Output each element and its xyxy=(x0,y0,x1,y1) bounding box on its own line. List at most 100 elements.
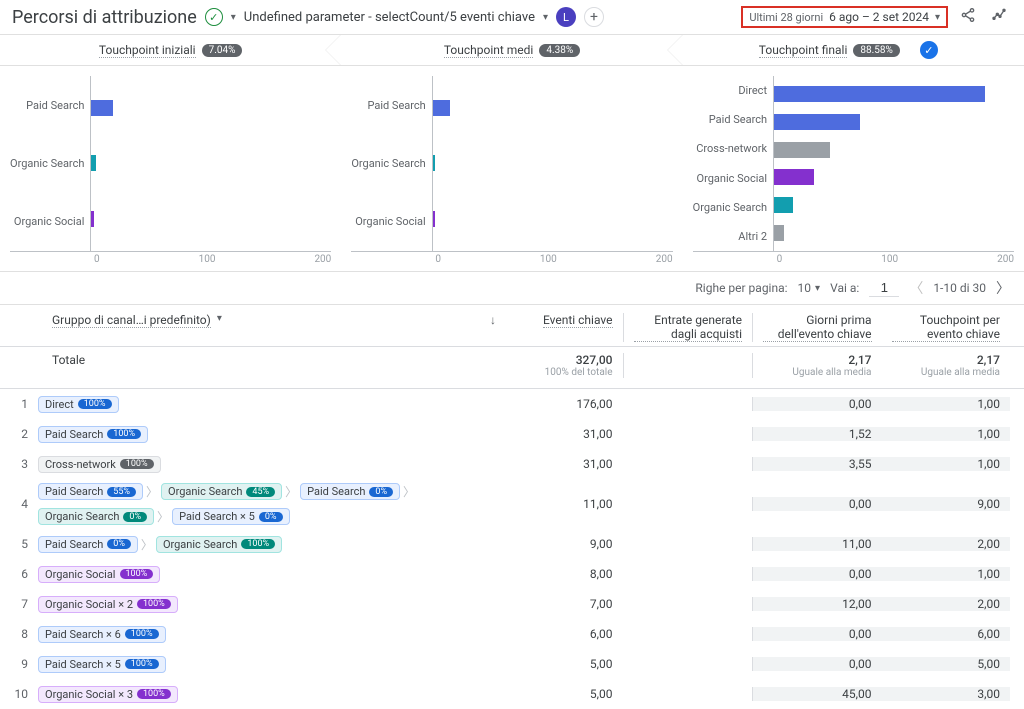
metric-cell: 0,00 xyxy=(752,627,882,641)
channel-chip[interactable]: Organic Social × 2100% xyxy=(38,596,178,613)
chevron-right-icon: 〉 xyxy=(146,483,158,500)
dimension-cell: Cross-network100% xyxy=(38,456,494,473)
metric-cell: 7,00 xyxy=(494,597,623,611)
chart-bar[interactable] xyxy=(774,114,860,130)
metric-cell: 5,00 xyxy=(494,687,623,701)
metric-cell: 176,00 xyxy=(494,397,623,411)
totals-row: Totale 327,00100% del totale 2,17Uguale … xyxy=(0,347,1024,389)
metric-cell: 31,00 xyxy=(494,427,623,441)
channel-chip[interactable]: Organic Search0% xyxy=(38,508,154,525)
table-row[interactable]: 7Organic Social × 2100%7,0012,002,00 xyxy=(0,589,1024,619)
share-icon[interactable] xyxy=(956,7,980,27)
dimension-cell: Organic Social100% xyxy=(38,566,494,583)
insights-icon[interactable] xyxy=(988,7,1012,27)
stage-bar: Touchpoint iniziali 7.04% Touchpoint med… xyxy=(0,35,1024,66)
status-check-icon[interactable]: ✓ xyxy=(205,8,223,26)
chart-bar[interactable] xyxy=(774,197,793,213)
date-caret-icon: ▾ xyxy=(935,12,940,23)
chart-bar[interactable] xyxy=(433,155,435,171)
add-button[interactable]: + xyxy=(584,7,604,27)
table-row[interactable]: 6Organic Social100%8,000,001,00 xyxy=(0,559,1024,589)
chart-category-label: Direct xyxy=(693,84,767,97)
chart-category-label: Cross-network xyxy=(693,142,767,155)
metric-cell: 1,00 xyxy=(882,567,1011,581)
table-row[interactable]: 5Paid Search0%〉Organic Search100%9,0011,… xyxy=(0,529,1024,559)
channel-chip[interactable]: Organic Social × 3100% xyxy=(38,686,178,703)
channel-chip[interactable]: Paid Search0% xyxy=(300,483,400,500)
metric-cell: 9,00 xyxy=(494,537,623,551)
row-number: 3 xyxy=(14,457,38,471)
row-number: 5 xyxy=(14,537,38,551)
channel-chip[interactable]: Paid Search × 6100% xyxy=(38,626,166,643)
metric-cell: 0,00 xyxy=(752,567,882,581)
dimension-cell: Paid Search0%〉Organic Search100% xyxy=(38,536,494,553)
dimension-cell: Paid Search100% xyxy=(38,426,494,443)
date-range-picker[interactable]: Ultimi 28 giorni 6 ago – 2 set 2024 ▾ xyxy=(741,6,948,28)
table-row[interactable]: 1Direct100%176,000,001,00 xyxy=(0,389,1024,419)
chart-xtick: 100 xyxy=(540,254,557,265)
table-row[interactable]: 10Organic Social × 3100%5,0045,003,00 xyxy=(0,679,1024,709)
charts-row: Paid SearchOrganic SearchOrganic Social … xyxy=(0,66,1024,271)
stage-mid[interactable]: Touchpoint medi 4.38% xyxy=(341,35,682,65)
user-avatar[interactable]: L xyxy=(556,7,576,27)
chart-final: DirectPaid SearchCross-networkOrganic So… xyxy=(683,66,1024,271)
metric-cell: 1,00 xyxy=(882,457,1011,471)
stage-initial[interactable]: Touchpoint iniziali 7.04% xyxy=(0,35,341,65)
rows-per-page-select[interactable]: 10▾ xyxy=(798,281,821,295)
stage-selected-icon[interactable]: ✓ xyxy=(920,41,938,59)
chart-bar[interactable] xyxy=(91,155,96,171)
dimension-cell: Direct100% xyxy=(38,396,494,413)
channel-chip[interactable]: Paid Search × 50% xyxy=(172,508,289,525)
stage-final[interactable]: Touchpoint finali 88.58% ✓ xyxy=(683,35,1024,65)
col-touchpoint[interactable]: Touchpoint per evento chiave xyxy=(882,313,1011,342)
metric-cell: 3,00 xyxy=(882,687,1011,701)
channel-chip[interactable]: Paid Search × 5100% xyxy=(38,656,166,673)
chart-xtick: 200 xyxy=(656,254,673,265)
sort-desc-icon[interactable]: ↓ xyxy=(490,313,496,327)
metric-cell: 5,00 xyxy=(882,657,1011,671)
col-eventi-chiave[interactable]: ↓ Eventi chiave xyxy=(494,313,623,342)
chart-bar[interactable] xyxy=(774,86,985,102)
channel-chip[interactable]: Paid Search0% xyxy=(38,536,138,553)
table-row[interactable]: 3Cross-network100%31,003,551,00 xyxy=(0,449,1024,479)
metric-cell: 6,00 xyxy=(494,627,623,641)
parameter-selector[interactable]: Undefined parameter - selectCount/5 even… xyxy=(244,10,535,25)
stage-initial-pct: 7.04% xyxy=(202,44,243,57)
dimension-caret-icon[interactable]: ▾ xyxy=(217,313,222,324)
dimension-cell: Organic Social × 3100% xyxy=(38,686,494,703)
goto-input[interactable] xyxy=(869,279,899,297)
channel-chip[interactable]: Paid Search100% xyxy=(38,426,148,443)
chart-bar[interactable] xyxy=(774,142,830,158)
channel-chip[interactable]: Organic Social100% xyxy=(38,566,160,583)
channel-chip[interactable]: Direct100% xyxy=(38,396,119,413)
chart-bar[interactable] xyxy=(91,100,113,116)
chart-bar[interactable] xyxy=(91,211,93,227)
channel-chip[interactable]: Paid Search55% xyxy=(38,483,143,500)
chart-bar[interactable] xyxy=(774,169,814,185)
table-row[interactable]: 2Paid Search100%31,001,521,00 xyxy=(0,419,1024,449)
dimension-cell: Paid Search55%〉Organic Search45%〉Paid Se… xyxy=(38,483,494,525)
parameter-caret-icon[interactable]: ▾ xyxy=(543,12,548,23)
table-row[interactable]: 4Paid Search55%〉Organic Search45%〉Paid S… xyxy=(0,479,1024,529)
table-row[interactable]: 9Paid Search × 5100%5,000,005,00 xyxy=(0,649,1024,679)
row-number: 8 xyxy=(14,627,38,641)
page-next-icon[interactable]: 〉 xyxy=(996,278,1010,298)
page-prev-icon[interactable]: 〈 xyxy=(909,278,923,298)
table-row[interactable]: 8Paid Search × 6100%6,000,006,00 xyxy=(0,619,1024,649)
channel-chip[interactable]: Organic Search45% xyxy=(161,483,282,500)
status-caret-icon[interactable]: ▾ xyxy=(231,12,236,23)
channel-chip[interactable]: Cross-network100% xyxy=(38,456,161,473)
col-entrate[interactable]: Entrate generate dagli acquisti xyxy=(623,313,753,342)
dimension-selector[interactable]: Gruppo di canal…i predefinito) xyxy=(52,313,211,328)
chart-bar[interactable] xyxy=(433,211,435,227)
channel-chip[interactable]: Organic Search100% xyxy=(156,536,282,553)
metric-cell: 1,00 xyxy=(882,427,1011,441)
rows-per-page-label: Righe per pagina: xyxy=(695,281,787,295)
chart-bar[interactable] xyxy=(433,100,450,116)
col-giorni[interactable]: Giorni prima dell'evento chiave xyxy=(752,313,882,342)
chart-category-label: Organic Social xyxy=(10,215,84,228)
row-number: 4 xyxy=(14,497,38,511)
chevron-right-icon: 〉 xyxy=(141,536,153,553)
chart-bar[interactable] xyxy=(774,225,784,241)
page-range: 1-10 di 30 xyxy=(933,281,986,295)
